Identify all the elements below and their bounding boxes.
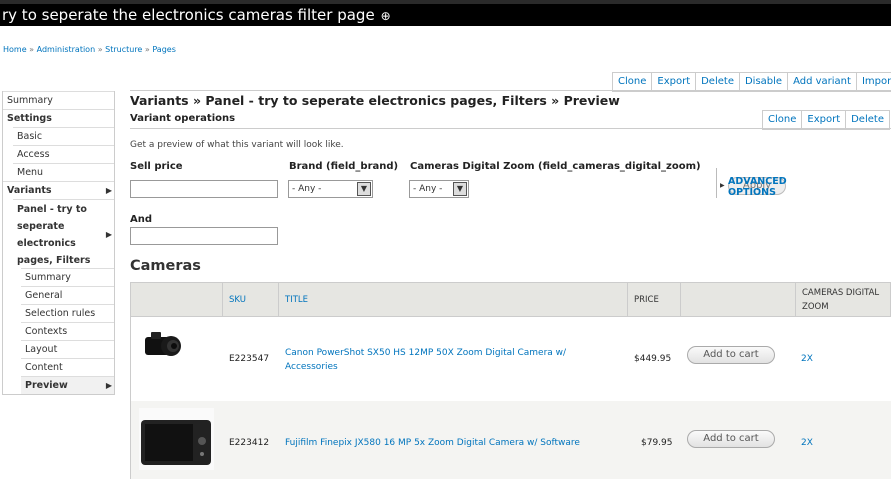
variant-clone-button[interactable]: Clone [763,111,803,129]
sidebar-item-label: Panel - try to seperate electronics page… [17,204,91,266]
canon-camera-image[interactable] [141,327,183,363]
window-title-bar: ry to seperate the electronics cameras f… [0,0,891,26]
expand-arrow-icon: ▶ [105,186,112,195]
sku-sort-link[interactable]: SKU [229,295,246,305]
sidebar-item-content[interactable]: Content [21,358,114,376]
sku-cell: E223412 [229,438,270,448]
add-to-cart-button[interactable]: Add to cart [687,430,775,448]
delete-button[interactable]: Delete [696,73,740,91]
price-cell: $449.95 [634,354,672,364]
export-button[interactable]: Export [652,73,697,91]
expand-arrow-icon: ▶ [105,230,112,239]
sidebar-item-basic[interactable]: Basic [13,127,114,145]
sidebar-item-variants[interactable]: Variants ▶ [3,181,114,199]
sidebar-item-menu[interactable]: Menu [13,163,114,181]
chevron-down-icon: ▼ [453,182,467,196]
breadcrumb-structure[interactable]: Structure [105,45,142,54]
zoom-header-line-1: CAMERAS DIGITAL [802,287,880,298]
advanced-options-line-1: ADVANCED [728,176,787,187]
variant-operations-heading: Variant operations [130,113,236,124]
zoom-filter-label: Cameras Digital Zoom (field_cameras_digi… [410,161,701,172]
sidebar-item-selection-rules[interactable]: Selection rules [21,304,114,322]
sidebar-item-label: Preview [25,380,68,391]
and-input[interactable] [130,227,278,245]
sidebar-item-label: Variants [7,185,52,196]
table-header: SKU TITLE PRICE CAMERAS DIGITAL ZOOM [130,282,891,317]
zoom-select[interactable]: - Any - ▼ [409,180,469,198]
product-title-line-2: Accessories [285,362,338,372]
advanced-options: ▶ Apply ADVANCED OPTIONS [716,166,796,206]
variant-actions: Clone Export Delete [762,110,890,130]
add-variant-button[interactable]: Add variant [788,73,857,91]
sell-price-label: Sell price [130,161,183,172]
title-bar-top-strip [0,0,891,4]
price-cell: $79.95 [641,438,673,448]
divider [130,90,891,91]
sidebar-item-contexts[interactable]: Contexts [21,322,114,340]
sidebar-item-preview[interactable]: Preview ▶ [21,376,114,394]
breadcrumb-administration[interactable]: Administration [37,45,96,54]
import-variant-button[interactable]: Import v [857,73,891,91]
zoom-header-line-2: ZOOM [802,301,829,312]
sidebar-item-settings[interactable]: Settings [3,109,114,127]
sidebar-item-layout[interactable]: Layout [21,340,114,358]
disable-button[interactable]: Disable [740,73,789,91]
zoom-header: CAMERAS DIGITAL ZOOM [802,286,879,314]
preview-description: Get a preview of what this variant will … [130,140,344,150]
fujifilm-camera-image[interactable] [139,408,214,470]
price-header: PRICE [634,294,659,305]
clone-button[interactable]: Clone [613,73,653,91]
th-title[interactable]: TITLE [278,283,627,316]
table-row: E223412 Fujifilm Finepix JX580 16 MP 5x … [130,401,891,479]
th-zoom: CAMERAS DIGITAL ZOOM [795,283,891,316]
window-title: ry to seperate the electronics cameras f… [2,6,375,24]
and-label: And [130,214,153,225]
title-circle-icon[interactable]: ⊕ [381,9,391,23]
advanced-options-link[interactable]: ADVANCED OPTIONS [728,176,787,198]
divider [130,128,891,129]
sidebar-nav: Summary Settings Basic Access Menu Varia… [2,91,115,395]
breadcrumb-separator: » [29,45,37,54]
chevron-down-icon: ▼ [357,182,371,196]
breadcrumb-pages[interactable]: Pages [152,45,176,54]
product-title-link[interactable]: Fujifilm Finepix JX580 16 MP 5x Zoom Dig… [285,436,580,450]
add-to-cart-button[interactable]: Add to cart [687,346,775,364]
title-sort-link[interactable]: TITLE [285,295,308,305]
sidebar-item-variant[interactable]: Panel - try to seperate electronics page… [13,199,114,268]
sidebar-item-variant-summary[interactable]: Summary [21,268,114,286]
th-sku[interactable]: SKU [222,283,278,316]
zoom-value-link[interactable]: 2X [801,354,813,364]
brand-label: Brand (field_brand) [289,161,399,172]
product-title-link[interactable]: Canon PowerShot SX50 HS 12MP 50X Zoom Di… [285,346,566,374]
variant-delete-button[interactable]: Delete [846,111,889,129]
page-actions: Clone Export Delete Disable Add variant … [612,72,891,92]
th-price: PRICE [627,283,680,316]
page-title: Variants » Panel - try to seperate elect… [130,93,620,108]
table-row: E223547 Canon PowerShot SX50 HS 12MP 50X… [130,317,891,401]
sidebar-item-general[interactable]: General [21,286,114,304]
divider [716,168,717,198]
breadcrumb-home[interactable]: Home [3,45,27,54]
cameras-heading: Cameras [130,258,201,274]
variant-export-button[interactable]: Export [802,111,847,129]
zoom-select-value: - Any - [413,184,443,194]
expand-arrow-icon: ▶ [105,381,112,390]
sidebar-item-access[interactable]: Access [13,145,114,163]
zoom-value-link[interactable]: 2X [801,438,813,448]
expand-triangle-icon: ▶ [720,182,725,189]
breadcrumb: Home » Administration » Structure » Page… [3,45,176,54]
product-title-line-1: Canon PowerShot SX50 HS 12MP 50X Zoom Di… [285,348,567,358]
brand-select-value: - Any - [292,184,322,194]
sell-price-input[interactable] [130,180,278,198]
brand-select[interactable]: - Any - ▼ [288,180,373,198]
sidebar-item-summary[interactable]: Summary [3,91,114,109]
advanced-options-line-2: OPTIONS [728,187,776,198]
sku-cell: E223547 [229,354,270,364]
th-cart [680,283,795,316]
